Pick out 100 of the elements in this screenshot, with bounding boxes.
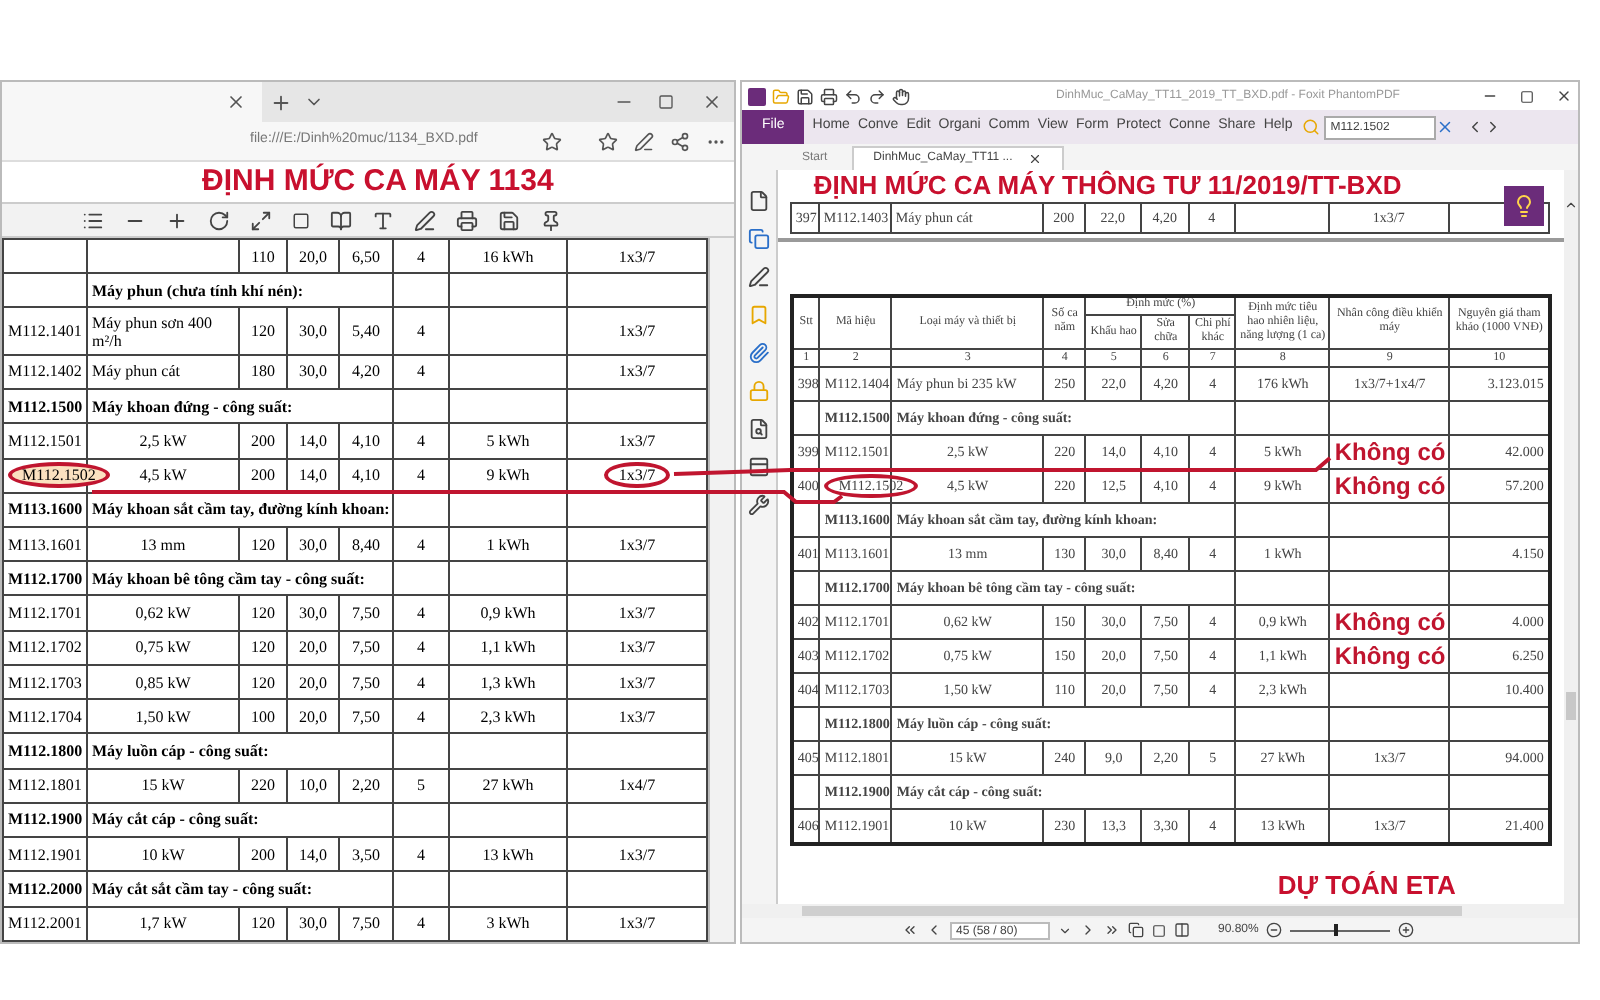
read-aloud-icon[interactable]	[372, 209, 394, 231]
table-cell: 30,0	[287, 354, 339, 390]
table-cell: 4,10	[339, 423, 393, 458]
table-cell: 4	[393, 837, 449, 872]
table-cell: 120	[239, 906, 287, 941]
table-cell: 1x3/7	[567, 595, 707, 631]
pin-icon[interactable]	[540, 209, 562, 231]
zoom-in-icon[interactable]	[166, 209, 188, 231]
paperclip-icon[interactable]	[747, 342, 770, 364]
table-cell: 8,40	[339, 526, 393, 562]
table-cell: M112.1800	[3, 733, 87, 769]
table-cell: 30,0	[287, 526, 339, 562]
table-cell: 120	[239, 526, 287, 562]
table-cell: M112.1500	[3, 389, 87, 424]
document-search-icon[interactable]	[747, 418, 770, 440]
table-cell: Máy khoan đứng - công suất:	[87, 389, 393, 424]
table-cell: 20,0	[287, 664, 339, 700]
table-cell: 4	[393, 526, 449, 562]
table-cell: M113.1601	[3, 526, 87, 562]
first-page-icon[interactable]	[902, 922, 918, 938]
close-icon[interactable]	[1028, 152, 1043, 166]
pen-icon[interactable]	[414, 209, 436, 231]
print-icon[interactable]	[820, 87, 838, 105]
copy-icon[interactable]	[1128, 922, 1144, 938]
window-icon[interactable]	[747, 456, 770, 478]
rotate-icon[interactable]	[208, 209, 230, 231]
table-cell: Máy khoan sắt cầm tay, đường kính khoan:	[87, 492, 393, 527]
tip-button[interactable]	[1503, 186, 1544, 226]
layers-icon[interactable]	[747, 228, 770, 250]
pen-icon[interactable]	[634, 131, 654, 151]
last-page-icon[interactable]	[1104, 922, 1120, 938]
hand-icon[interactable]	[892, 87, 910, 105]
save-icon[interactable]	[796, 87, 814, 105]
table-cell: 2,3 kWh	[449, 699, 567, 734]
next-page-icon[interactable]	[1080, 922, 1096, 938]
slider-thumb[interactable]	[1333, 924, 1338, 936]
table-cell: M112.2000	[3, 871, 87, 907]
table-cell: 13 mm	[87, 526, 239, 562]
table-cell: 30,0	[287, 906, 339, 941]
close-icon[interactable]	[226, 92, 246, 112]
scroll-up-icon[interactable]	[1563, 198, 1578, 212]
two-page-icon[interactable]	[330, 209, 352, 231]
zoom-out-icon[interactable]	[1266, 922, 1283, 938]
single-page-icon[interactable]	[1152, 923, 1166, 937]
table-cell: 180	[239, 354, 287, 390]
table-cell: 4	[393, 664, 449, 700]
undo-icon[interactable]	[844, 87, 862, 105]
maximize-icon[interactable]	[658, 94, 674, 110]
table-cell: M112.1702	[3, 630, 87, 665]
table-cell: Máy cắt sắt cầm tay - công suất:	[87, 871, 393, 907]
save-icon[interactable]	[498, 209, 520, 231]
table-cell: Máy luồn cáp - công suất:	[87, 733, 393, 769]
table-cell: 7,50	[339, 595, 393, 631]
table-cell: 1x3/7	[567, 354, 707, 390]
clear-icon[interactable]	[1436, 118, 1455, 136]
scroll-thumb[interactable]	[1565, 692, 1576, 720]
fit-icon[interactable]	[250, 209, 272, 231]
table-cell: 5	[393, 768, 449, 803]
table-cell: Máy khoan bê tông cầm tay - công suất:	[87, 561, 393, 596]
table-cell: 1x3/7	[567, 699, 707, 734]
table-cell: Máy phun sơn 400 m²/h	[87, 307, 239, 355]
table-cell: 3,50	[339, 837, 393, 872]
table-cell: 7,50	[339, 699, 393, 734]
close-icon[interactable]	[1556, 88, 1572, 104]
table-cell: 120	[239, 307, 287, 355]
circled-text: M112.1502	[8, 462, 110, 489]
table-cell: 27 kWh	[449, 768, 567, 803]
table-cell: 4	[393, 423, 449, 458]
horizontal-scrollbar[interactable]	[742, 904, 1578, 918]
maximize-icon[interactable]	[1520, 89, 1534, 103]
star-icon[interactable]	[542, 131, 562, 151]
table-cell: Máy cắt cáp - công suất:	[87, 802, 393, 838]
page-view-icon[interactable]	[292, 211, 310, 229]
new-tab-icon[interactable]	[270, 91, 292, 113]
zoom-slider[interactable]	[1290, 924, 1391, 936]
redo-icon[interactable]	[868, 87, 886, 105]
print-icon[interactable]	[456, 209, 478, 231]
table-cell: 30,0	[287, 595, 339, 631]
table-cell: 0,62 kW	[87, 595, 239, 631]
table-cell: 6,50	[339, 239, 393, 274]
contents-icon[interactable]	[82, 209, 104, 231]
two-page-icon[interactable]	[1174, 922, 1190, 938]
table-cell: 120	[239, 664, 287, 700]
dropdown-icon[interactable]	[1058, 923, 1072, 937]
close-icon[interactable]	[702, 92, 722, 112]
tools-icon[interactable]	[747, 494, 770, 516]
table-cell: 1,3 kWh	[449, 664, 567, 700]
table-cell: 1,50 kW	[87, 699, 239, 734]
share-icon[interactable]	[670, 131, 690, 151]
favorites-icon[interactable]	[598, 131, 618, 151]
annotation-text: Không có	[1334, 472, 1446, 500]
overlay-title: ĐỊNH MỨC CA MÁY THÔNG TƯ 11/2019/TT-BXD	[813, 170, 1402, 205]
signature-icon[interactable]	[747, 266, 770, 288]
zoom-in-icon[interactable]	[1398, 922, 1415, 938]
lightbulb-icon	[1511, 194, 1536, 218]
table-cell: 5 kWh	[449, 423, 567, 458]
page-icon[interactable]	[747, 190, 770, 212]
circled-text: 1x3/7	[604, 462, 670, 489]
previous-page-icon[interactable]	[926, 922, 942, 938]
table-cell: 1x3/7	[567, 906, 707, 941]
